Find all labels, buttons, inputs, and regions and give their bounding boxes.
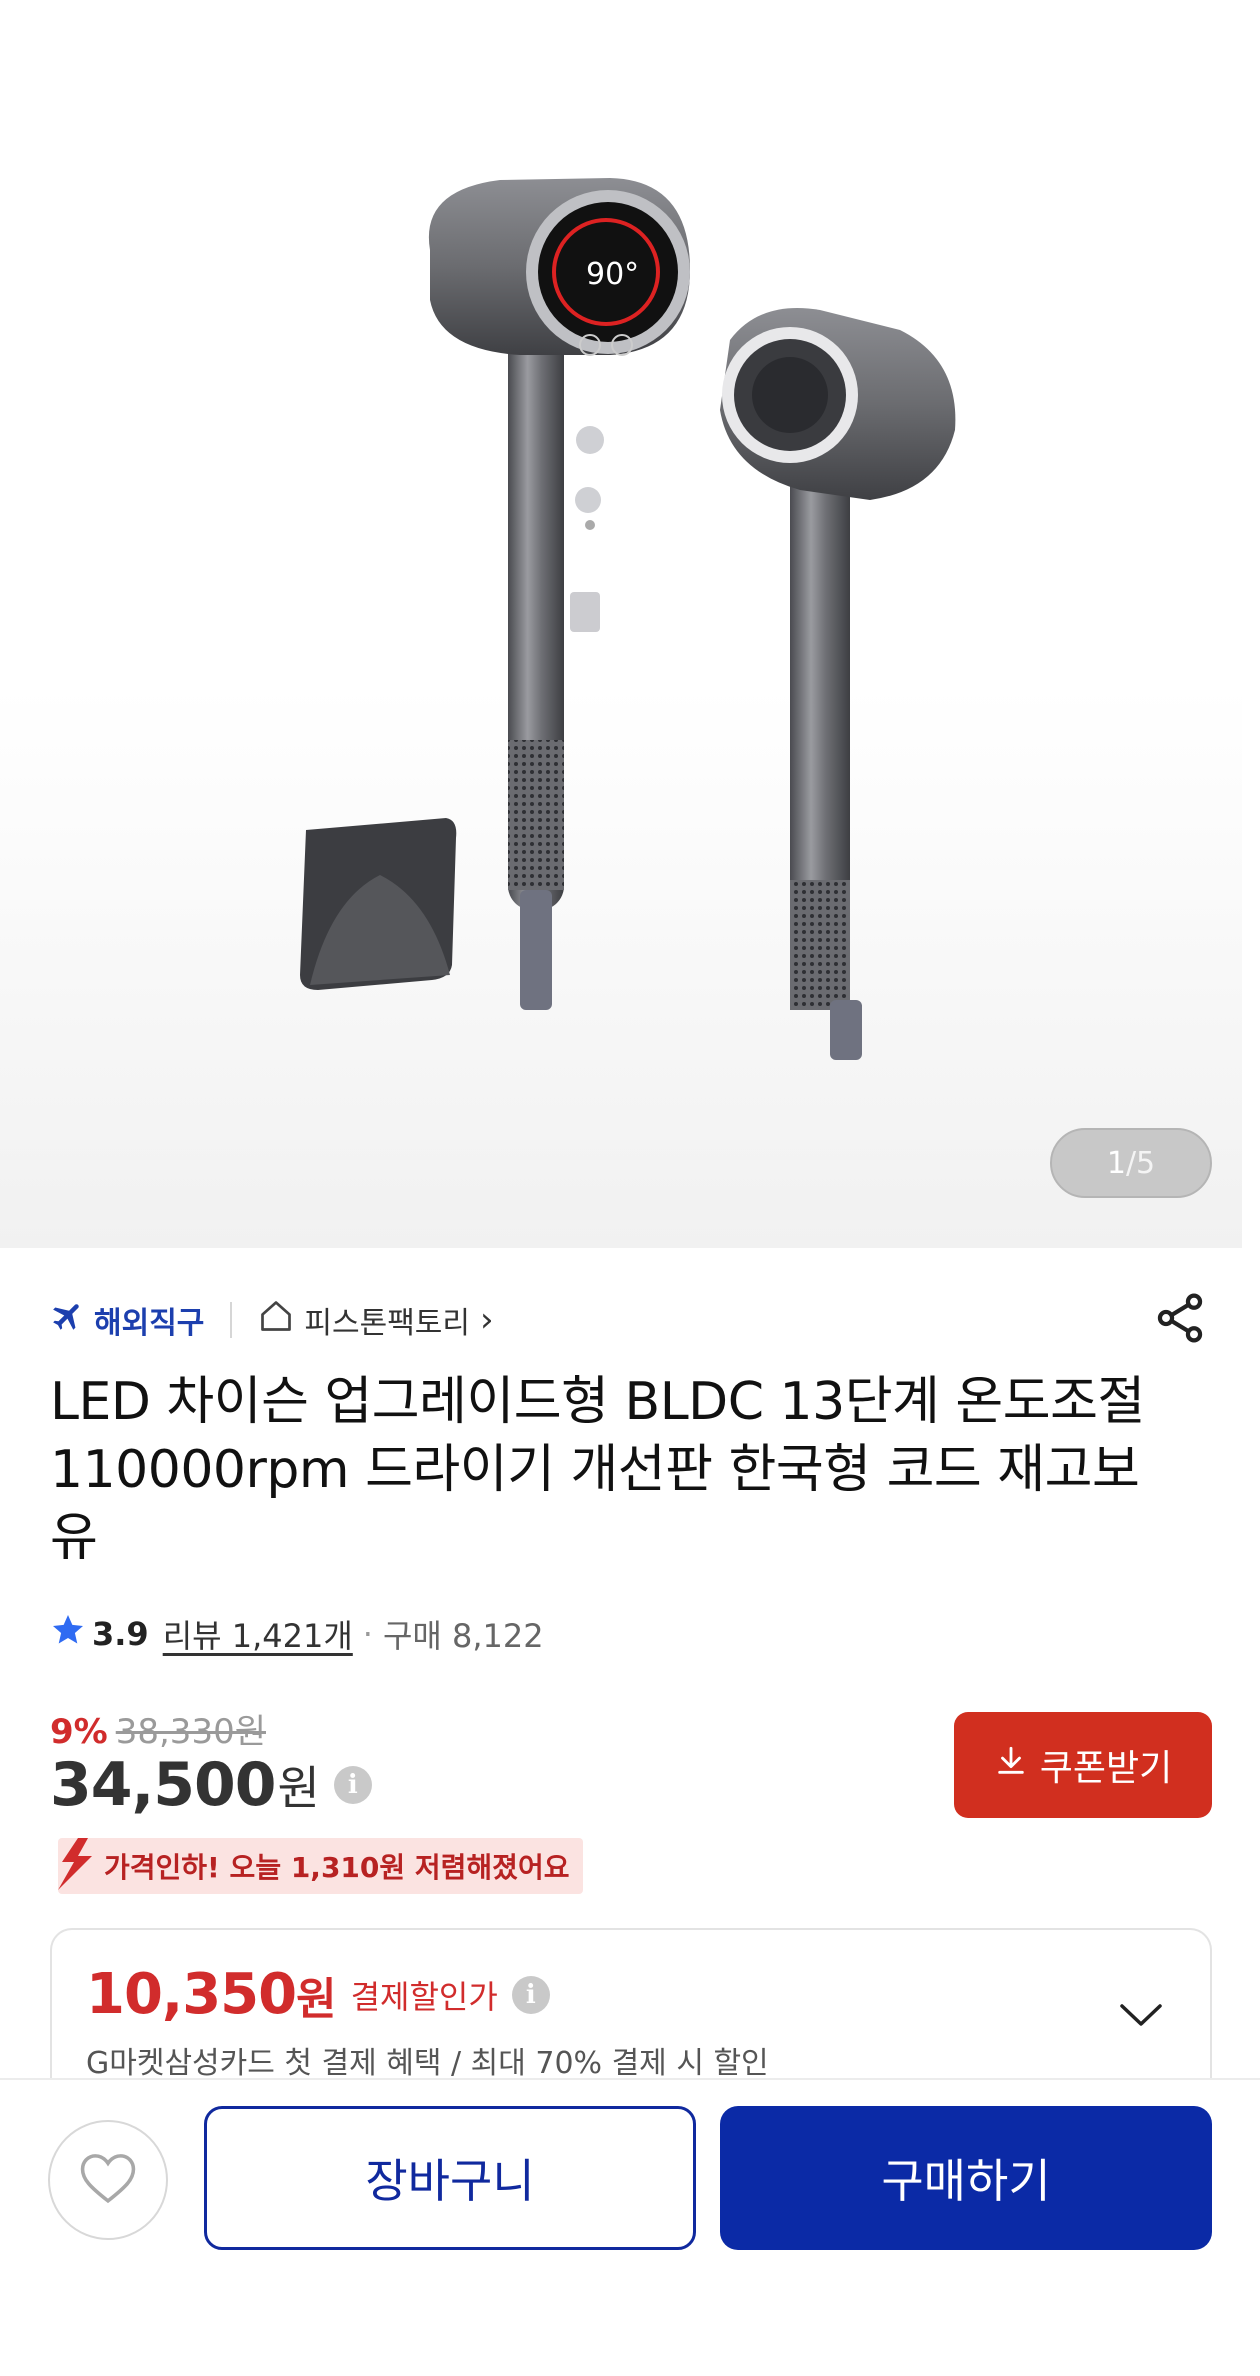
info-icon[interactable]: i	[511, 1975, 550, 2014]
gallery-total-count: 5	[1136, 1145, 1156, 1181]
gallery-current-index: 1	[1106, 1145, 1126, 1181]
add-to-cart-button[interactable]: 장바구니	[204, 2106, 696, 2250]
home-icon	[258, 1298, 294, 1342]
wishlist-button[interactable]	[48, 2120, 168, 2240]
gallery-page-counter: 1/5	[1050, 1128, 1212, 1198]
review-count-link[interactable]: 리뷰 1,421개	[163, 1611, 353, 1657]
divider	[230, 1302, 233, 1338]
payment-price-unit: 원	[296, 1973, 337, 2025]
product-image-gallery[interactable]: 90° 1/5	[0, 0, 1242, 1248]
overseas-badge: 해외직구	[50, 1298, 204, 1342]
coupon-label: 쿠폰받기	[1039, 1748, 1173, 1789]
coupon-download-button[interactable]: 쿠폰받기	[954, 1712, 1212, 1818]
heart-icon	[77, 2150, 139, 2210]
info-icon[interactable]: i	[333, 1766, 372, 1804]
svg-text:90°: 90°	[586, 257, 639, 292]
price-drop-banner: 가격인하! 오늘 1,310원 저렴해졌어요	[48, 1836, 584, 1896]
star-icon	[50, 1612, 86, 1656]
share-icon	[1152, 1290, 1208, 1350]
hair-dryer-product-image: 90°	[300, 178, 956, 1060]
separator-dot: ·	[362, 1615, 373, 1653]
store-link[interactable]: 피스톤팩토리 ›	[258, 1298, 494, 1342]
gallery-separator: /	[1125, 1145, 1137, 1181]
payment-discount-label: 결제할인가	[350, 1977, 498, 2016]
original-price: 38,330원	[115, 1712, 266, 1752]
share-button[interactable]	[1150, 1290, 1210, 1350]
cart-label: 장바구니	[365, 2154, 535, 2208]
buy-label: 구매하기	[881, 2154, 1051, 2208]
seller-row: 해외직구 피스톤팩토리 ›	[50, 1290, 1220, 1350]
sale-price: 34,500 원 i	[50, 1750, 372, 1820]
download-icon	[994, 1744, 1028, 1787]
sale-price-number: 34,500	[50, 1750, 277, 1820]
purchase-count: 구매 8,122	[382, 1617, 544, 1655]
overseas-label: 해외직구	[94, 1306, 205, 1341]
product-title: LED 차이슨 업그레이드형 BLDC 13단계 온도조절 110000rpm …	[50, 1372, 1145, 1568]
discount-line: 9% 38,330원	[50, 1704, 266, 1753]
store-name: 피스톤팩토리	[304, 1306, 471, 1341]
price-drop-arrow-icon	[48, 1836, 98, 1896]
rating-score: 3.9	[92, 1615, 149, 1653]
sale-price-unit: 원	[277, 1761, 320, 1815]
discount-rate: 9%	[50, 1712, 108, 1752]
chevron-right-icon: ›	[480, 1300, 494, 1340]
buy-now-button[interactable]: 구매하기	[720, 2106, 1212, 2250]
rating-row: 3.9 리뷰 1,421개 · 구매 8,122	[50, 1604, 544, 1664]
payment-discount-description: G마켓삼성카드 첫 결제 혜택 / 최대 70% 결제 시 할인	[86, 2046, 769, 2081]
payment-discount-price: 10,350 원 결제할인가 i	[86, 1962, 550, 2027]
product-page: 90° 1/5 해외직구 피스톤팩토리 › LED 차이슨 업그레이드형 BLD…	[0, 0, 1260, 2376]
chevron-down-icon[interactable]	[1116, 1996, 1166, 2036]
airplane-icon	[50, 1298, 86, 1342]
bottom-action-bar: 장바구니 구매하기	[0, 2078, 1260, 2376]
payment-price-number: 10,350	[86, 1962, 297, 2027]
price-drop-text: 가격인하! 오늘 1,310원 저렴해졌어요	[58, 1838, 584, 1894]
